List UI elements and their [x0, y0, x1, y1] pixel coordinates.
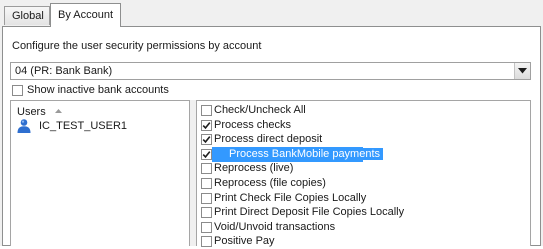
- permission-checkbox[interactable]: [201, 105, 212, 116]
- permission-label: Reprocess (file copies): [214, 177, 326, 189]
- show-inactive-label: Show inactive bank accounts: [27, 84, 169, 96]
- user-icon: [17, 119, 31, 133]
- tab-strip: Global By Account: [0, 0, 543, 27]
- dropdown-button[interactable]: [514, 63, 530, 79]
- permission-checkbox[interactable]: [201, 134, 212, 146]
- users-column-header[interactable]: Users: [17, 106, 46, 118]
- checkmark-icon: [202, 136, 211, 144]
- permission-checkbox[interactable]: [201, 119, 212, 131]
- show-inactive-checkbox[interactable]: [12, 85, 23, 96]
- account-combobox[interactable]: 04 (PR: Bank Bank): [10, 62, 531, 80]
- permission-checkbox[interactable]: [201, 163, 212, 175]
- checkmark-icon: [202, 150, 211, 158]
- permission-label: Print Check File Copies Locally: [214, 191, 367, 204]
- permission-item[interactable]: Process BankMobile payments: [201, 146, 384, 162]
- permission-checkbox[interactable]: [201, 221, 212, 233]
- permission-item[interactable]: Process checks: [197, 118, 530, 133]
- list-item[interactable]: IC_TEST_USER1: [16, 119, 186, 135]
- permission-item[interactable]: Positive Pay: [197, 234, 530, 249]
- permission-checkbox[interactable]: [201, 178, 212, 189]
- window: Global By Account Configure the user sec…: [0, 0, 543, 249]
- permission-item[interactable]: Print Check File Copies Locally: [197, 191, 530, 206]
- permission-item[interactable]: Reprocess (file copies): [197, 176, 530, 191]
- permission-label: Void/Unvoid transactions: [214, 220, 336, 233]
- permission-item[interactable]: Reprocess (live): [197, 161, 530, 176]
- permission-label: Process direct deposit: [214, 133, 323, 146]
- account-combobox-value: 04 (PR: Bank Bank): [15, 65, 113, 77]
- permission-label: Process checks: [214, 118, 292, 131]
- tab-global[interactable]: Global: [4, 6, 50, 25]
- permission-label: Print Direct Deposit File Copies Locally: [214, 206, 405, 219]
- checkmark-icon: [202, 121, 211, 129]
- permission-label: Reprocess (live): [214, 162, 294, 175]
- permission-checkbox[interactable]: [201, 148, 212, 160]
- permission-item[interactable]: Print Direct Deposit File Copies Locally: [197, 205, 530, 220]
- permission-label: Process BankMobile payments: [228, 147, 384, 160]
- permission-checkbox[interactable]: [201, 192, 212, 204]
- permission-checkbox[interactable]: [201, 207, 212, 219]
- tab-by-account[interactable]: By Account: [50, 3, 121, 27]
- permission-item[interactable]: Void/Unvoid transactions: [197, 220, 530, 235]
- chevron-down-icon: [518, 68, 527, 74]
- description-text: Configure the user security permissions …: [12, 40, 262, 52]
- permission-item[interactable]: Check/Uncheck All: [197, 103, 530, 118]
- user-name: IC_TEST_USER1: [39, 120, 128, 132]
- permission-item[interactable]: Process direct deposit: [197, 132, 530, 147]
- permission-label: Check/Uncheck All: [214, 104, 306, 116]
- sort-ascending-icon: [55, 109, 62, 113]
- permissions-list[interactable]: Check/Uncheck All Process checks Process d…: [196, 100, 531, 249]
